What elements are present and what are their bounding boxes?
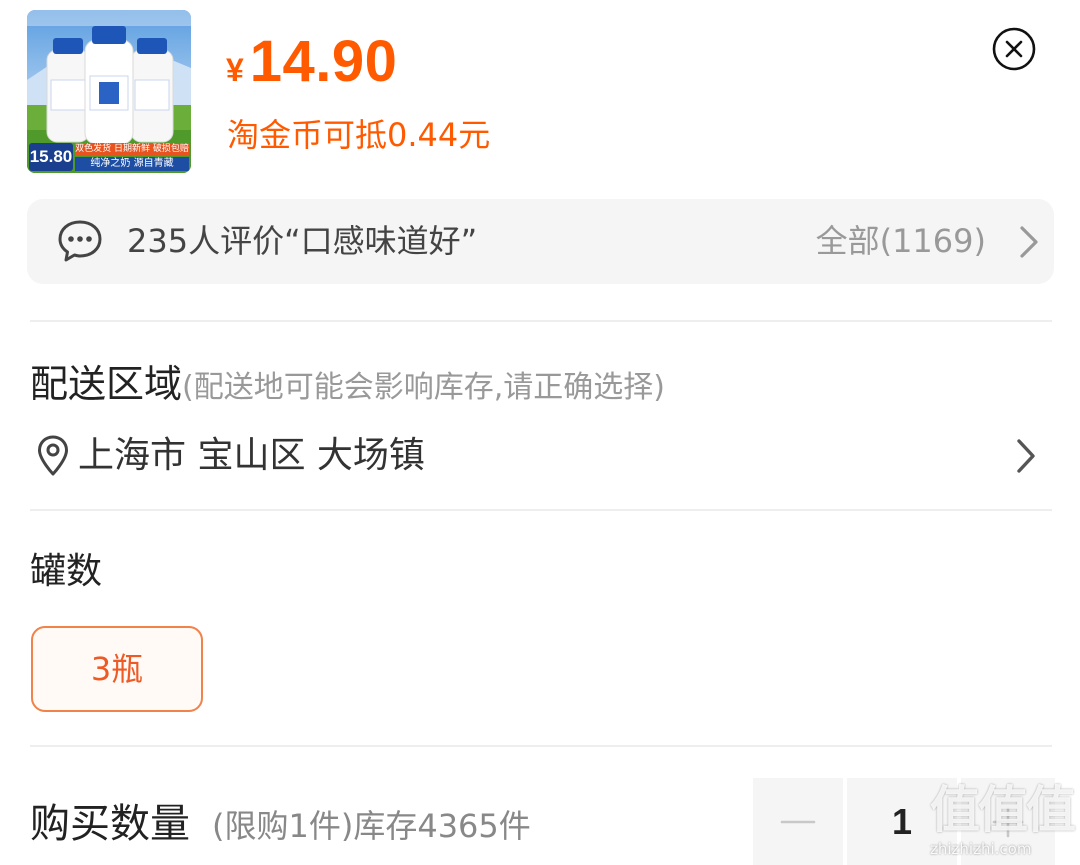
delivery-address-selector[interactable]: 上海市 宝山区 大场镇 bbox=[30, 430, 1052, 482]
spec-title: 罐数 bbox=[30, 551, 103, 592]
quantity-input[interactable]: 1 bbox=[847, 778, 957, 865]
sku-selector-sheet: 双色发货 日期新鲜 破损包赔 纯净之奶 源自青藏 15.80 ¥ 14.90 淘… bbox=[0, 0, 1080, 865]
decrease-quantity-button[interactable] bbox=[753, 778, 843, 865]
chevron-right-icon bbox=[1017, 439, 1035, 473]
thumbnail-price-tag: 15.80 bbox=[29, 143, 73, 171]
quantity-label: 购买数量 bbox=[30, 801, 190, 847]
review-summary-text: 235人评价“口感味道好” bbox=[127, 222, 478, 260]
review-summary-bar[interactable]: 235人评价“口感味道好” 全部(1169) bbox=[27, 199, 1054, 284]
divider bbox=[30, 320, 1052, 322]
price-currency: ¥ bbox=[226, 52, 244, 88]
thumbnail-slogan: 纯净之奶 源自青藏 bbox=[75, 157, 189, 171]
plus-icon bbox=[992, 806, 1024, 837]
price-value: 14.90 bbox=[249, 29, 398, 94]
close-circle-icon bbox=[992, 27, 1036, 71]
coin-deduction-text: 淘金币可抵0.44元 bbox=[227, 116, 491, 154]
divider bbox=[30, 509, 1052, 511]
chat-bubble-icon bbox=[58, 220, 102, 262]
close-button[interactable] bbox=[992, 27, 1036, 71]
thumbnail-promo-badge: 双色发货 日期新鲜 破损包赔 bbox=[75, 143, 189, 156]
quantity-title: 购买数量 (限购1件)库存4365件 bbox=[30, 798, 531, 858]
increase-quantity-button[interactable] bbox=[961, 778, 1055, 865]
price: ¥ 14.90 bbox=[226, 28, 397, 98]
chevron-right-icon bbox=[1020, 226, 1038, 258]
delivery-region-hint: (配送地可能会影响库存,请正确选择) bbox=[182, 370, 665, 405]
product-thumbnail: 双色发货 日期新鲜 破损包赔 纯净之奶 源自青藏 15.80 bbox=[27, 10, 191, 173]
delivery-region-label: 配送区域 bbox=[30, 362, 183, 406]
location-pin-icon bbox=[38, 435, 68, 476]
all-reviews-link[interactable]: 全部(1169) bbox=[816, 219, 986, 263]
delivery-address-text: 上海市 宝山区 大场镇 bbox=[78, 435, 425, 476]
divider bbox=[30, 745, 1052, 747]
spec-option-3-bottles[interactable]: 3瓶 bbox=[31, 626, 203, 712]
minus-icon bbox=[780, 820, 816, 823]
quantity-limit-info: (限购1件)库存4365件 bbox=[212, 807, 531, 845]
quantity-stepper: 1 bbox=[753, 778, 1055, 865]
delivery-region-title: 配送区域(配送地可能会影响库存,请正确选择) bbox=[30, 360, 665, 416]
